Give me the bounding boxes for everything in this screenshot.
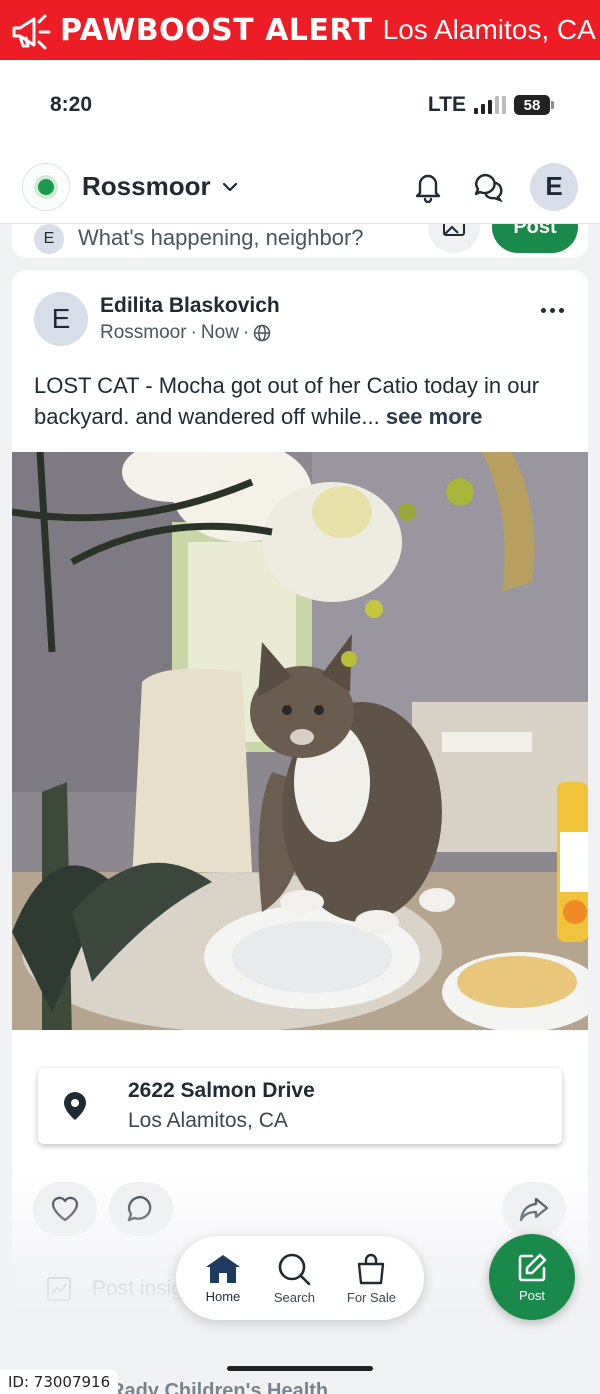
compose-icon [518, 1253, 547, 1281]
status-time: 8:20 [50, 93, 93, 116]
status-bar: 8:20 LTE 58 [0, 60, 600, 150]
shopping-bag-icon [358, 1253, 385, 1284]
separator-dot: · [242, 322, 250, 343]
search-icon [279, 1253, 311, 1285]
nav-for-sale[interactable]: For Sale [347, 1252, 396, 1305]
comment-bubble-icon [127, 1195, 152, 1222]
pawboost-alert-banner: PAWBOOST ALERT Los Alamitos, CA [0, 0, 600, 60]
composer-avatar: E [34, 224, 64, 254]
battery-level: 58 [523, 96, 541, 114]
app-header: Rossmoor E [0, 150, 600, 224]
home-icon [205, 1254, 240, 1283]
cat-photo-illustration [12, 452, 588, 1030]
chevron-down-icon[interactable] [221, 178, 239, 196]
network-type: LTE [427, 93, 466, 116]
post-header: E Edilita Blaskovich Rossmoor · Now · [34, 292, 280, 346]
chat-bubbles-icon [474, 173, 503, 202]
post-fab-label: Post [518, 1287, 545, 1303]
separator-dot: · [190, 322, 197, 343]
nav-search[interactable]: Search [274, 1252, 315, 1305]
home-indicator[interactable] [227, 1366, 373, 1371]
post-fab-button[interactable]: Post [489, 1234, 575, 1320]
share-arrow-icon [519, 1197, 549, 1222]
location-city: Los Alamitos, CA [128, 1109, 288, 1132]
post-subtitle: Rossmoor · Now · [100, 322, 280, 344]
next-post-title: Rady Children's Health [110, 1380, 329, 1394]
battery-icon: 58 [514, 95, 554, 115]
id-tag: ID: 73007916 [0, 1370, 119, 1394]
messages-button[interactable] [470, 169, 506, 205]
nav-home[interactable]: Home [204, 1253, 242, 1304]
like-button[interactable] [33, 1182, 97, 1236]
chart-icon [47, 1277, 71, 1301]
map-pin-icon [64, 1092, 86, 1120]
location-card[interactable]: 2622 Salmon Drive Los Alamitos, CA [38, 1068, 562, 1144]
alert-brand: PAWBOOST ALERT [60, 12, 373, 48]
header-actions: E [410, 162, 578, 211]
post-body: LOST CAT - Mocha got out of her Catio to… [34, 370, 574, 432]
post-card: E Edilita Blaskovich Rossmoor · Now · LO… [12, 270, 588, 1344]
alert-location: Los Alamitos, CA [382, 14, 596, 45]
bottom-nav: Home Search For Sale [176, 1236, 424, 1320]
location-street: 2622 Salmon Drive [128, 1079, 315, 1102]
bell-icon [415, 174, 441, 203]
post-neighborhood[interactable]: Rossmoor [100, 322, 187, 344]
comment-button[interactable] [109, 1182, 173, 1236]
post-time: Now [200, 322, 239, 343]
author-meta: Edilita Blaskovich Rossmoor · Now · [100, 294, 280, 344]
more-options-button[interactable] [541, 308, 564, 313]
megaphone-icon [12, 14, 51, 50]
neighborhood-logo-icon[interactable] [22, 162, 70, 211]
user-avatar[interactable]: E [530, 162, 578, 211]
composer-placeholder[interactable]: What's happening, neighbor? [78, 225, 364, 251]
location-text: 2622 Salmon Drive Los Alamitos, CA [128, 1079, 315, 1133]
author-name[interactable]: Edilita Blaskovich [100, 294, 280, 318]
nav-home-label: Home [205, 1288, 241, 1304]
author-avatar[interactable]: E [34, 292, 88, 346]
nav-for-sale-label: For Sale [346, 1289, 397, 1305]
status-indicators: LTE 58 [427, 93, 554, 117]
post-photo[interactable] [12, 452, 588, 1030]
signal-icon [474, 96, 506, 114]
share-button[interactable] [502, 1182, 566, 1236]
notifications-button[interactable] [410, 169, 446, 205]
neighborhood-selector[interactable]: Rossmoor [82, 171, 211, 202]
globe-icon [254, 324, 271, 342]
heart-icon [51, 1196, 79, 1222]
see-more-link[interactable]: see more [386, 404, 483, 429]
nav-search-label: Search [273, 1289, 316, 1305]
